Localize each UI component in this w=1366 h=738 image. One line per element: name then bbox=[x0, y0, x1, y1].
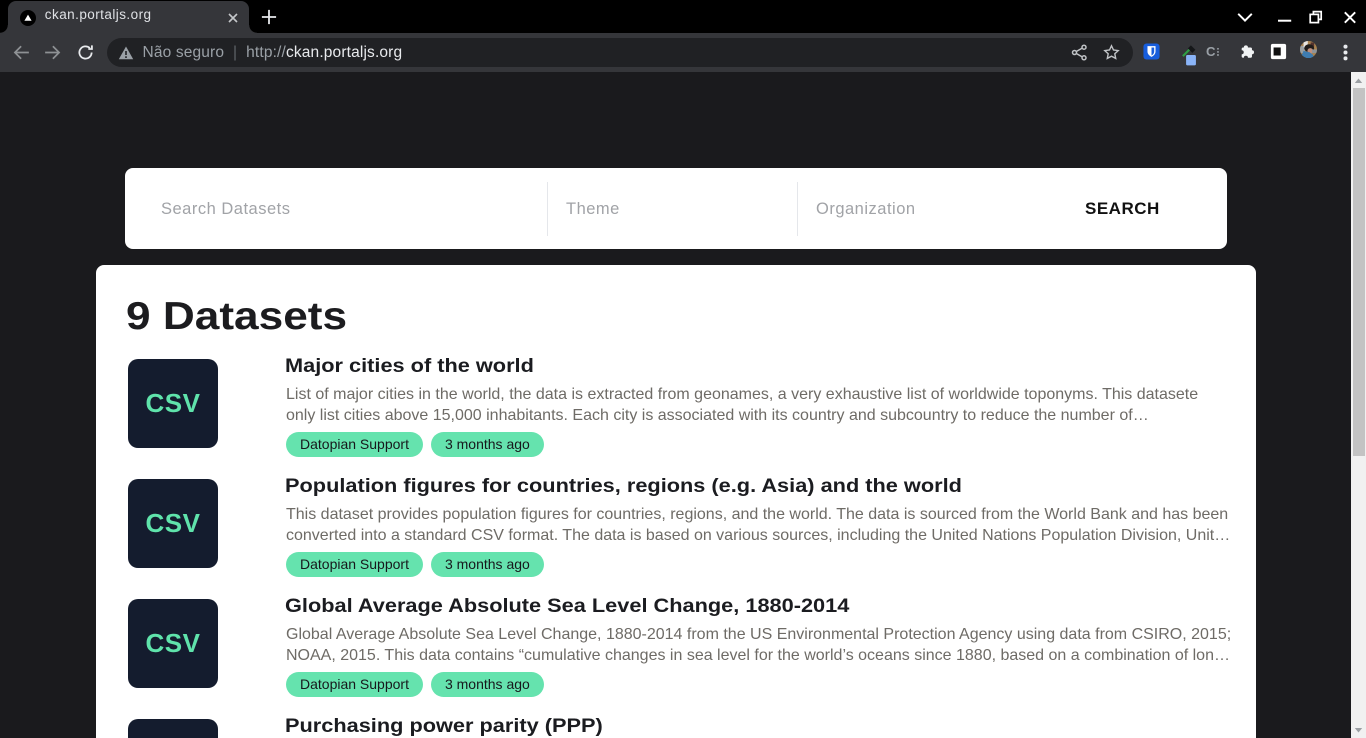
svg-text:C: C bbox=[1206, 44, 1216, 59]
